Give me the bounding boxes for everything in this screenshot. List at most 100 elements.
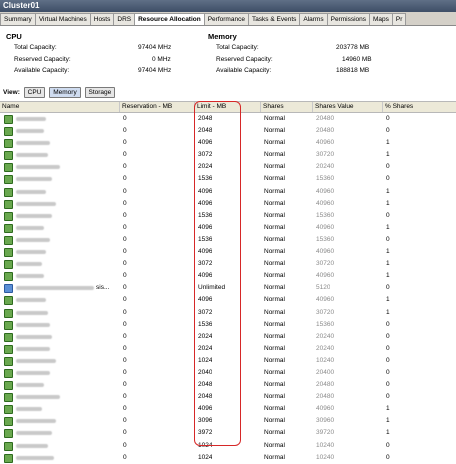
table-row[interactable]: 0 3972 Normal 39720 1 <box>0 427 456 439</box>
pct-shares-cell: 1 <box>386 187 390 195</box>
col-shares-value[interactable]: Shares Value <box>312 102 382 112</box>
tab-permissions[interactable]: Permissions <box>326 13 371 25</box>
limit-cell: 3072 <box>198 308 213 316</box>
table-row[interactable]: 0 4096 Normal 40960 1 <box>0 294 456 306</box>
shares-cell: Normal <box>264 163 285 171</box>
table-row[interactable]: 0 4096 Normal 40960 1 <box>0 198 456 210</box>
table-row[interactable]: 0 4096 Normal 40960 1 <box>0 137 456 149</box>
limit-cell: 2024 <box>198 344 213 352</box>
reservation-cell: 0 <box>123 272 127 280</box>
pct-shares-cell: 0 <box>386 332 390 340</box>
shares-cell: Normal <box>264 393 285 401</box>
shares-value-cell: 20480 <box>316 381 335 389</box>
redacted-name <box>16 177 52 182</box>
shares-cell: Normal <box>264 429 285 437</box>
reservation-cell: 0 <box>123 163 127 171</box>
table-row[interactable]: 0 2024 Normal 20240 0 <box>0 161 456 173</box>
tab-hosts[interactable]: Hosts <box>89 13 115 25</box>
limit-cell: Unlimited <box>198 284 226 292</box>
table-row[interactable]: 0 4096 Normal 40960 1 <box>0 246 456 258</box>
table-row[interactable]: 0 4096 Normal 40960 1 <box>0 186 456 198</box>
limit-cell: 3972 <box>198 429 213 437</box>
pct-shares-cell: 1 <box>386 296 390 304</box>
table-row[interactable]: 0 2024 Normal 20240 0 <box>0 331 456 343</box>
pct-shares-cell: 1 <box>386 417 390 425</box>
shares-cell: Normal <box>264 405 285 413</box>
col-reservation[interactable]: Reservation - MB <box>119 102 194 112</box>
table-row[interactable]: 0 1536 Normal 15360 0 <box>0 234 456 246</box>
shares-value-cell: 30720 <box>316 260 335 268</box>
table-row[interactable]: 0 4096 Normal 40960 1 <box>0 270 456 282</box>
tab-drs[interactable]: DRS <box>113 13 136 25</box>
vm-icon <box>4 344 13 354</box>
shares-value-cell: 20240 <box>316 344 335 352</box>
shares-value-cell: 40960 <box>316 405 335 413</box>
limit-cell: 4096 <box>198 139 213 147</box>
pct-shares-cell: 0 <box>386 115 390 122</box>
shares-cell: Normal <box>264 223 285 231</box>
view-storage-button[interactable]: Storage <box>84 87 116 98</box>
tab-summary[interactable]: Summary <box>0 13 36 25</box>
shares-value-cell: 20400 <box>316 368 335 376</box>
table-row[interactable]: 0 2048 Normal 20480 0 <box>0 379 456 391</box>
view-memory-button[interactable]: Memory <box>49 87 81 98</box>
table-row[interactable]: 0 1024 Normal 10240 0 <box>0 440 456 452</box>
limit-cell: 2048 <box>198 127 213 135</box>
table-row[interactable]: 0 2048 Normal 20480 0 <box>0 113 456 125</box>
tab-bar: Summary Virtual Machines Hosts DRS Resource … <box>0 12 456 26</box>
tab-performance[interactable]: Performance <box>203 13 249 25</box>
table-row[interactable]: sis... 0 Unlimited Normal 5120 0 <box>0 282 456 294</box>
tab-maps[interactable]: Maps <box>369 13 393 25</box>
table-row[interactable]: 0 2048 Normal 20480 0 <box>0 125 456 137</box>
col-limit[interactable]: Limit - MB <box>194 102 260 112</box>
table-row[interactable]: 0 3072 Normal 30720 1 <box>0 258 456 270</box>
redacted-name <box>16 370 50 375</box>
table-row[interactable]: 0 3072 Normal 30720 1 <box>0 149 456 161</box>
table-row[interactable]: 0 4096 Normal 40960 1 <box>0 222 456 234</box>
col-shares[interactable]: Shares <box>260 102 312 112</box>
table-row[interactable]: 0 1536 Normal 15360 0 <box>0 210 456 222</box>
tab-virtual-machines[interactable]: Virtual Machines <box>34 13 91 25</box>
redacted-name <box>16 225 44 230</box>
redacted-name <box>16 117 46 121</box>
table-row[interactable]: 0 1024 Normal 10240 0 <box>0 355 456 367</box>
table-row[interactable]: 0 4096 Normal 40960 1 <box>0 403 456 415</box>
memory-total-label: Total Capacity: <box>216 44 259 51</box>
col-name[interactable]: Name <box>0 102 119 112</box>
redacted-name <box>16 274 44 279</box>
shares-cell: Normal <box>264 260 285 268</box>
vm-icon <box>4 332 13 342</box>
reservation-cell: 0 <box>123 151 127 159</box>
redacted-name <box>16 334 52 339</box>
reservation-cell: 0 <box>123 429 127 437</box>
table-row[interactable]: 0 3096 Normal 30960 1 <box>0 415 456 427</box>
reservation-cell: 0 <box>123 260 127 268</box>
shares-cell: Normal <box>264 115 285 122</box>
redacted-name <box>16 189 46 194</box>
tab-tasks-events[interactable]: Tasks & Events <box>247 13 301 25</box>
table-row[interactable]: 0 1536 Normal 15360 0 <box>0 173 456 185</box>
table-row[interactable]: 0 2024 Normal 20240 0 <box>0 343 456 355</box>
cpu-total-label: Total Capacity: <box>14 44 57 51</box>
tab-resource-allocation[interactable]: Resource Allocation <box>134 13 205 25</box>
table-row[interactable]: 0 3072 Normal 30720 1 <box>0 307 456 319</box>
col-pct-shares[interactable]: % Shares <box>382 102 456 112</box>
tab-alarms[interactable]: Alarms <box>299 13 328 25</box>
table-row[interactable]: 0 2048 Normal 20480 0 <box>0 391 456 403</box>
pct-shares-cell: 0 <box>386 163 390 171</box>
vm-icon <box>4 393 13 403</box>
cpu-reserved-value: 0 MHz <box>152 56 171 63</box>
shares-cell: Normal <box>264 139 285 147</box>
reservation-cell: 0 <box>123 393 127 401</box>
shares-value-cell: 20240 <box>316 163 335 171</box>
reservation-cell: 0 <box>123 344 127 352</box>
table-row[interactable]: 0 2040 Normal 20400 0 <box>0 367 456 379</box>
view-cpu-button[interactable]: CPU <box>23 87 46 98</box>
limit-cell: 4096 <box>198 187 213 195</box>
vm-icon <box>4 356 13 366</box>
limit-cell: 3072 <box>198 260 213 268</box>
memory-available-label: Available Capacity: <box>216 67 272 74</box>
table-row[interactable]: 0 1536 Normal 15360 0 <box>0 319 456 331</box>
limit-cell: 4096 <box>198 405 213 413</box>
tab-pr[interactable]: Pr <box>391 13 407 25</box>
